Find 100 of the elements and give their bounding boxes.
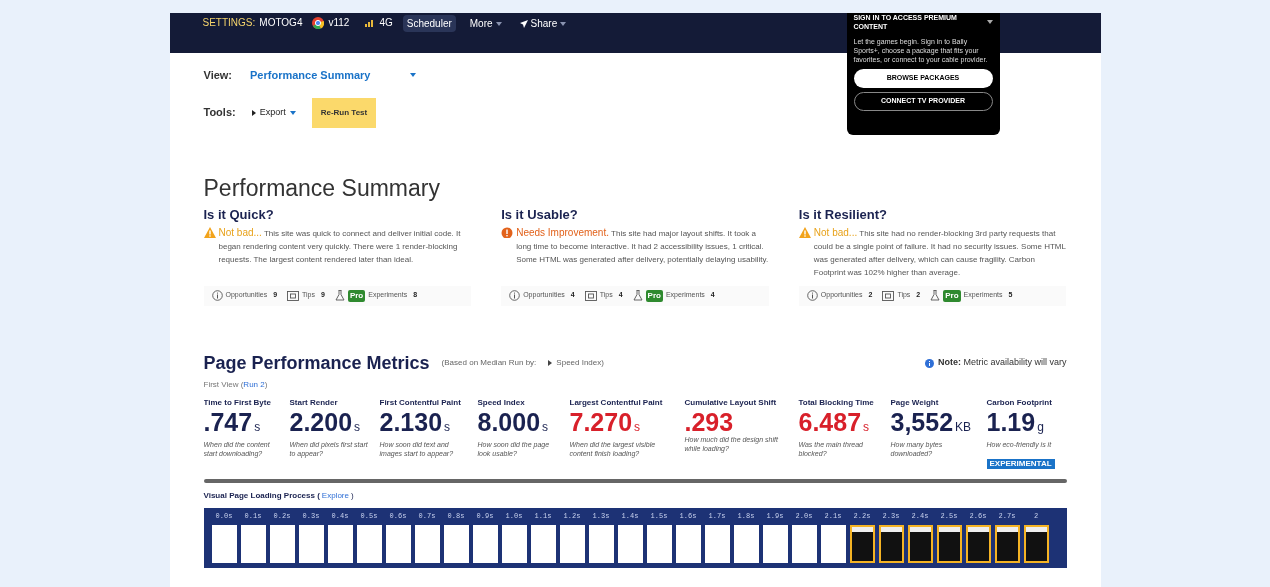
run-link[interactable]: Run 2 (243, 379, 265, 389)
metric-value: 7.270 (569, 408, 633, 435)
frame-thumbnail[interactable] (356, 524, 382, 563)
frame-thumbnail[interactable] (936, 524, 962, 563)
caret-icon (495, 21, 502, 26)
caret-icon (410, 73, 417, 78)
frame-thumbnail[interactable] (298, 524, 324, 563)
card-title: Is it Usable? (501, 205, 579, 224)
info-icon (924, 358, 934, 368)
frame-thumbnail[interactable] (675, 524, 701, 563)
view-label: View: (203, 68, 233, 83)
frame-thumbnail[interactable] (472, 524, 498, 563)
info-icon (509, 290, 521, 301)
note-text: Note: Metric availability will vary (937, 356, 1067, 370)
frame-thumbnail[interactable] (588, 524, 614, 563)
frame-thumbnail[interactable] (791, 524, 817, 563)
tips-icon (584, 290, 597, 301)
frame-thumbnail[interactable] (211, 524, 237, 563)
metric-label: First Contentful Paint (379, 396, 462, 409)
frame-thumbnail[interactable] (327, 524, 353, 563)
metric-label: Page Weight (890, 396, 940, 409)
first-view-label: First View (Run 2) (203, 378, 269, 391)
metric-value: 6.487 (798, 408, 862, 435)
rerun-button[interactable]: Re-Run Test (311, 97, 377, 128)
frame-thumbnail[interactable] (849, 524, 875, 563)
frame-thumbnail[interactable] (878, 524, 904, 563)
tips-icon (882, 290, 895, 301)
metric-unit: s (254, 418, 261, 436)
card-summary: Not bad... This site was quick to connect and deliver initial code. It began rendering content very quickly. There were 1 render-blocking requests. The largest content rendered later than ideal. (218, 225, 462, 266)
metric-unit: s (444, 418, 451, 436)
metric-label: Total Blocking Time (798, 396, 875, 409)
metric-value: 8.000 (477, 408, 541, 435)
browser-icon (312, 16, 325, 29)
flask-icon (930, 290, 941, 301)
metric-label: Largest Contentful Paint (569, 396, 664, 409)
metric-unit: KB (955, 418, 972, 436)
frame-thumbnail[interactable] (907, 524, 933, 563)
metric-selector[interactable]: Speed Index) (548, 357, 604, 369)
filmstrip-title: Visual Page Loading Process ( (203, 489, 320, 502)
metric-unit: s (354, 418, 361, 436)
metric-label: Time to First Byte (203, 396, 272, 409)
metric-unit: s (863, 418, 870, 436)
pro-badge: Pro (943, 289, 961, 302)
frame-thumbnail[interactable] (646, 524, 672, 563)
caret-icon (986, 20, 993, 24)
alert-icon (501, 226, 514, 238)
view-dropdown[interactable]: Performance Summary (249, 67, 418, 84)
play-icon (251, 109, 256, 116)
metric-label: Speed Index (477, 396, 526, 409)
frame-thumbnail[interactable] (704, 524, 730, 563)
frame-thumbnail[interactable] (733, 524, 759, 563)
metric-value: 3,552 (890, 408, 954, 435)
flask-icon (334, 290, 345, 301)
frame-thumbnail[interactable] (385, 524, 411, 563)
frame-thumbnail[interactable] (414, 524, 440, 563)
frame-thumbnail[interactable] (1023, 524, 1049, 563)
metric-unit: s (542, 418, 549, 436)
pro-badge: Pro (645, 289, 663, 302)
frame-thumbnail[interactable] (965, 524, 991, 563)
frame-thumbnail[interactable] (617, 524, 643, 563)
frame-thumbnail[interactable] (269, 524, 295, 563)
send-icon (519, 19, 528, 28)
warning-icon (798, 226, 811, 238)
browser-version: v112 (328, 16, 350, 30)
frame-thumbnail[interactable] (501, 524, 527, 563)
metric-value: 2.130 (379, 408, 443, 435)
frame-thumbnail[interactable] (762, 524, 788, 563)
metric-unit: s (634, 418, 641, 436)
section-title: Performance Summary (203, 173, 441, 202)
info-icon (211, 290, 223, 301)
section-title: Page Performance Metrics (203, 351, 430, 375)
frame-thumbnail[interactable] (820, 524, 846, 563)
metric-label: Carbon Footprint (986, 396, 1053, 409)
export-button[interactable]: Export (245, 99, 302, 126)
device-label: MOTOG4 (259, 16, 303, 30)
caret-icon (289, 110, 296, 115)
frame-thumbnail[interactable] (240, 524, 266, 563)
tips-icon (287, 290, 300, 301)
caret-icon (560, 21, 567, 26)
card-title: Is it Resilient? (798, 205, 888, 224)
settings-label: SETTINGS: (202, 16, 256, 30)
metric-unit: g (1037, 418, 1044, 436)
metric-value: .293 (684, 408, 734, 435)
scheduler-button[interactable]: Scheduler (402, 15, 456, 32)
frame-thumbnail[interactable] (559, 524, 585, 563)
frame-thumbnail[interactable] (443, 524, 469, 563)
connection-label: 4G (379, 16, 393, 30)
signal-icon (365, 18, 376, 27)
more-button[interactable]: More (465, 15, 506, 32)
filmstrip-title: ) (350, 489, 354, 502)
frame-thumbnail[interactable] (994, 524, 1020, 563)
metric-value: 1.19 (986, 408, 1036, 435)
warning-icon (203, 226, 216, 238)
metric-value: .747 (203, 408, 253, 435)
frame-thumbnail[interactable] (530, 524, 556, 563)
explore-link[interactable]: Explore (321, 489, 349, 502)
share-button[interactable]: Share (515, 15, 571, 32)
card-summary: Needs Improvement. This site had major layout shifts. It took a long time to become interactive. It had 2 accessibility issues, 1 critical. Some HTML was generated after delivery, potentially delaying usability. (516, 225, 769, 266)
median-note: (Based on Median Run by: (441, 357, 537, 369)
metric-label: Start Render (289, 396, 339, 409)
